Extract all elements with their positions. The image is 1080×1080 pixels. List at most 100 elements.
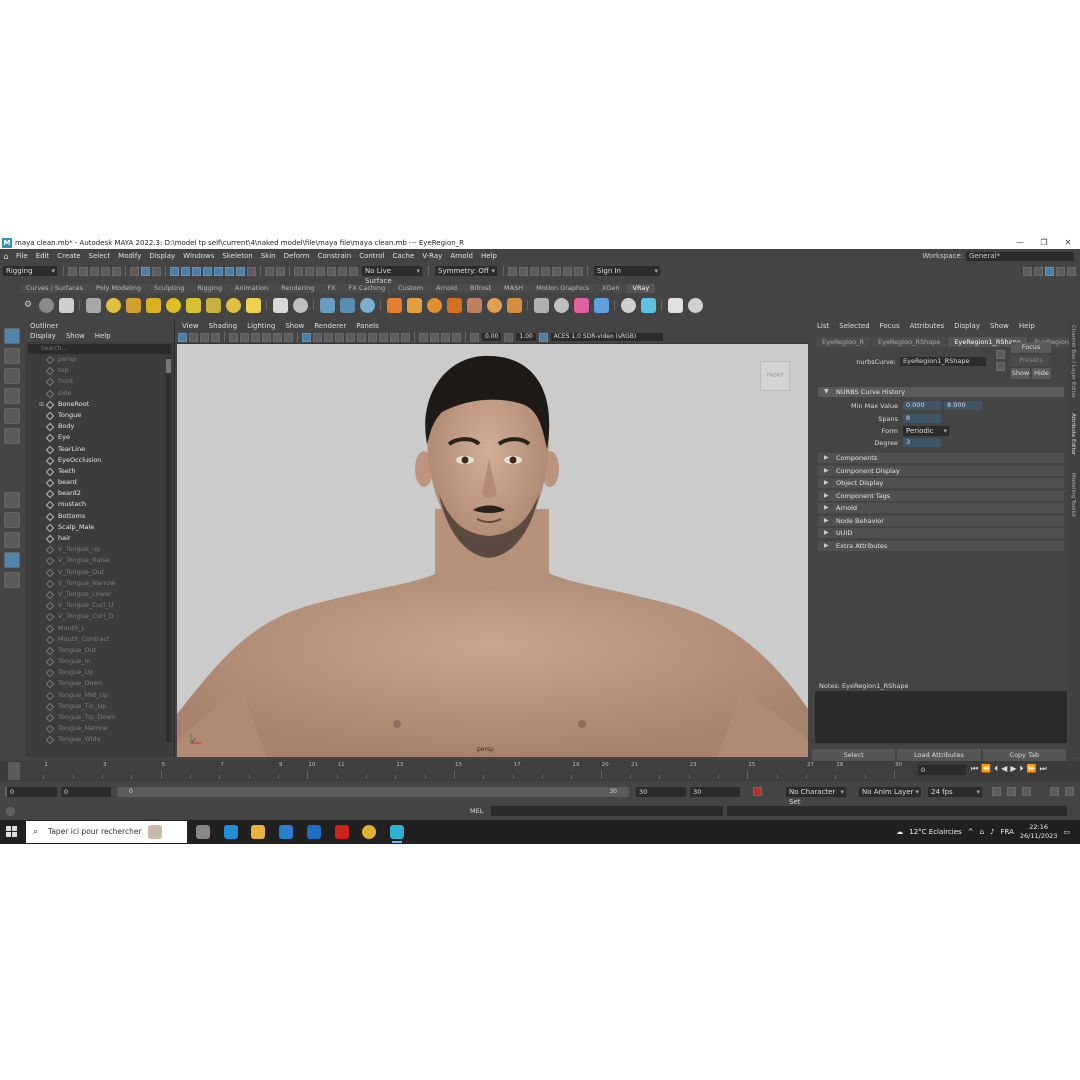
shelf-tool-icon[interactable] [359, 297, 375, 313]
help-line-icon[interactable] [6, 807, 15, 816]
gamma-field[interactable]: 1.00 [516, 333, 536, 341]
outliner-item[interactable]: Tongue_Out [25, 645, 165, 656]
shelf-tool-icon[interactable] [272, 297, 288, 313]
close-button[interactable]: ✕ [1056, 238, 1080, 247]
viewport-menu-shading[interactable]: Shading [204, 321, 242, 331]
ae-menu-focus[interactable]: Focus [875, 321, 905, 331]
input-connection-icon[interactable] [996, 350, 1005, 359]
shelf-tab-rigging[interactable]: Rigging [191, 283, 228, 293]
select-button[interactable]: Select [812, 749, 896, 761]
edge-icon[interactable] [224, 825, 238, 839]
shelf-tab-poly-modeling[interactable]: Poly Modeling [90, 283, 147, 293]
viewport-menu-lighting[interactable]: Lighting [242, 321, 280, 331]
ae-menu-help[interactable]: Help [1014, 321, 1040, 331]
toggle-tool-settings-icon[interactable] [1056, 266, 1065, 276]
snap-grid-icon[interactable] [294, 266, 303, 276]
menu-vray[interactable]: V-Ray [418, 252, 446, 260]
shelf-tool-icon[interactable] [687, 297, 703, 313]
opera-icon[interactable] [335, 825, 349, 839]
viewport-menu-view[interactable]: View [177, 321, 204, 331]
shelf-tool-icon[interactable] [165, 297, 181, 313]
xray-components-icon[interactable] [452, 332, 461, 342]
view-transform-dropdown[interactable]: ACES 1.0 SDR-video (sRGB) [550, 333, 663, 341]
minimize-button[interactable]: — [1008, 238, 1032, 247]
hide-button[interactable]: Hide [1032, 368, 1051, 379]
exposure-field[interactable]: 0.00 [482, 333, 502, 341]
symmetry-dropdown[interactable]: Symmetry: Off [435, 266, 497, 276]
outliner-item[interactable]: V_Tongue_Narrow [25, 578, 165, 589]
outliner-persp-layout-icon[interactable] [4, 552, 20, 568]
resolution-gate-icon[interactable] [251, 332, 260, 342]
new-scene-icon[interactable] [68, 266, 77, 276]
shelf-tool-icon[interactable] [426, 297, 442, 313]
outliner-item[interactable]: V_Tongue_Raise [25, 555, 165, 566]
outliner-item[interactable]: Tongue_Narrow [25, 723, 165, 734]
color-management-icon[interactable] [538, 332, 548, 342]
command-input[interactable] [491, 806, 723, 816]
shelf-tab-fx-caching[interactable]: FX Caching [342, 283, 392, 293]
view-cube[interactable]: FRONT [760, 361, 790, 391]
outliner-item[interactable]: Tongue_Down [25, 678, 165, 689]
shelf-tab-xgen[interactable]: XGen [595, 283, 626, 293]
ae-section-node-behavior[interactable]: ▶ Node Behavior [818, 515, 1064, 526]
two-panel-layout-icon[interactable] [4, 532, 20, 548]
viewport-menu-show[interactable]: Show [280, 321, 309, 331]
menu-skin[interactable]: Skin [257, 252, 280, 260]
outliner-item[interactable]: V_Tongue_Out [25, 567, 165, 578]
character-set-dropdown[interactable]: No Character Set [786, 787, 846, 806]
select-by-joint-icon[interactable] [181, 266, 190, 276]
clock[interactable]: 22:16 26/11/2023 [1020, 823, 1057, 841]
step-back-frame-icon[interactable]: ⏴ [994, 764, 998, 774]
store-icon[interactable] [279, 825, 293, 839]
outliner-item[interactable]: beard2 [25, 488, 165, 499]
menu-set-dropdown[interactable]: Rigging [3, 266, 57, 276]
go-to-end-icon[interactable]: ⏭ [1039, 764, 1046, 774]
select-by-handle-icon[interactable] [170, 266, 179, 276]
shelf-settings-icon[interactable]: ⚙ [24, 300, 32, 310]
weather-icon[interactable]: ☁ [896, 828, 903, 836]
four-view-layout-icon[interactable] [4, 512, 20, 528]
outliner-item[interactable]: V_Tongue_up [25, 544, 165, 555]
viewport-menu-renderer[interactable]: Renderer [309, 321, 351, 331]
render-sequence-icon[interactable] [519, 266, 528, 276]
ae-tab-shape[interactable]: EyeRegion_RShape [871, 337, 947, 347]
shelf-tool-icon[interactable] [245, 297, 261, 313]
spans-field[interactable]: 8 [903, 414, 941, 423]
motion-blur-icon[interactable] [379, 332, 388, 342]
outliner-item[interactable]: Eye [25, 432, 165, 443]
outliner-item[interactable]: Scalp_Male [25, 522, 165, 533]
shelf-tab-custom[interactable]: Custom [392, 283, 429, 293]
3d-viewport[interactable]: FRONT persp [177, 344, 808, 757]
degree-field[interactable]: 3 [903, 438, 941, 447]
range-bar[interactable]: 0 30 [117, 787, 629, 797]
rotate-tool-icon[interactable] [4, 408, 20, 424]
menu-constrain[interactable]: Constrain [314, 252, 356, 260]
shelf-tool-icon[interactable] [593, 297, 609, 313]
select-component-icon[interactable] [152, 266, 161, 276]
shelf-tab-mash[interactable]: MASH [498, 283, 530, 293]
ae-menu-show[interactable]: Show [985, 321, 1014, 331]
min-value-field[interactable]: 0.000 [903, 401, 941, 410]
toggle-modeling-toolkit-icon[interactable] [1023, 266, 1032, 276]
shelf-tab-curves-surfaces[interactable]: Curves / Surfaces [20, 283, 90, 293]
menu-cache[interactable]: Cache [389, 252, 419, 260]
ae-section-uuid[interactable]: ▶ UUID [818, 528, 1064, 538]
form-dropdown[interactable]: Periodic [903, 426, 949, 436]
auto-key-icon[interactable] [753, 787, 762, 796]
playback-end-field[interactable]: 30 [636, 787, 686, 797]
outliner-item[interactable]: V_Tongue_Curl_D [25, 611, 165, 622]
shelf-tool-icon[interactable] [205, 297, 221, 313]
notes-textarea[interactable] [815, 691, 1067, 743]
outliner-item[interactable]: Tongue [25, 410, 165, 421]
ae-section-object-display[interactable]: ▶ Object Display [818, 478, 1064, 488]
select-by-curve-icon[interactable] [192, 266, 201, 276]
menu-display[interactable]: Display [145, 252, 179, 260]
shelf-tool-icon[interactable] [620, 297, 636, 313]
play-forwards-icon[interactable]: ▶ [1010, 764, 1016, 774]
shelf-tab-bifrost[interactable]: Bifrost [464, 283, 498, 293]
outliner-item[interactable]: Tongue_Wide [25, 734, 165, 745]
outliner-item[interactable]: front [25, 376, 165, 387]
menu-deform[interactable]: Deform [280, 252, 314, 260]
show-hidden-icons-icon[interactable]: ^ [968, 828, 974, 836]
menu-edit[interactable]: Edit [32, 252, 54, 260]
